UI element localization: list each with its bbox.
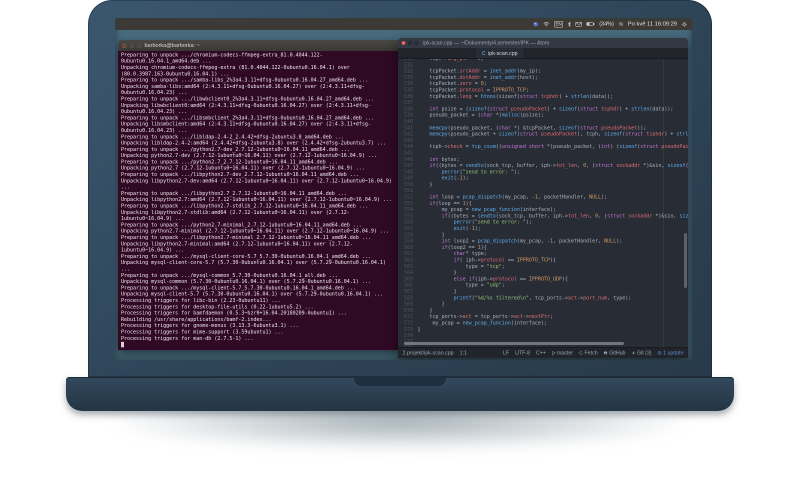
panel-clock[interactable]: Po kvě 11 16:09:29 <box>628 21 677 27</box>
status-bar: 2.projekt/ipk-scan.cpp 1:1 LF UTF-8 C++ … <box>398 347 688 358</box>
terminal-line: Unpacking libpython2.7-minimal:amd64 (2.… <box>121 241 353 254</box>
encoding-indicator[interactable]: UTF-8 <box>515 350 530 356</box>
fetch-icon <box>579 351 583 355</box>
terminal-cursor <box>121 342 124 348</box>
tab-label: ipk-scan.cpp <box>488 50 518 57</box>
terminal-title: barborka@barborka: ~ <box>144 42 200 49</box>
vertical-scrollbar[interactable] <box>684 233 687 288</box>
grammar-indicator[interactable]: C++ <box>536 350 546 356</box>
code-line: 542 memcpy(pseudo_packet + sizeof(struct… <box>403 131 688 138</box>
terminal-line: Unpacking mysql-client-core-5.7 (5.7.30-… <box>121 260 389 273</box>
session-gear-icon[interactable] <box>681 21 688 27</box>
network-wifi-icon[interactable] <box>543 22 550 27</box>
terminal-line: Unpacking libpython2.7-stdlib:amd64 (2.7… <box>121 209 350 222</box>
terminal-line: Unpacking chromium-codecs-ffmpeg-extra (… <box>121 65 353 77</box>
window-title: ipk-scan.cpp — ~/Dokumenty/4.semester/IP… <box>423 40 550 46</box>
file-path[interactable]: 2.projekt/ipk-scan.cpp <box>403 350 454 356</box>
tab-bar: C ipk-scan.cpp <box>398 48 688 59</box>
editor-window: ipk-scan.cpp — ~/Dokumenty/4.semester/IP… <box>398 38 688 358</box>
maximize-button[interactable] <box>414 41 419 45</box>
battery-percentage: (34%) <box>599 21 614 27</box>
bluetooth-icon[interactable] <box>568 21 572 27</box>
tab-ipk-scan[interactable]: C ipk-scan.cpp <box>476 48 524 58</box>
fetch-button[interactable]: Fetch <box>579 350 598 356</box>
code-editor[interactable]: 530 tcph->urg_ptr = 0;531532 tcpPacket.s… <box>398 59 688 347</box>
github-icon <box>603 351 608 355</box>
minimize-button[interactable] <box>129 43 134 48</box>
terminal-line: Unpacking libwbclient0:amd64 (2:4.3.11+d… <box>121 102 371 115</box>
terminal-line: Unpacking libpython2.7-dev:amd64 (2.7.12… <box>121 178 395 191</box>
keyboard-layout-indicator[interactable]: EN <box>553 20 564 28</box>
terminal-line: Unpacking samba-libs:amd64 (2:4.3.11+dfs… <box>121 84 365 96</box>
git-branch[interactable]: master <box>552 350 573 356</box>
close-button[interactable] <box>122 43 127 48</box>
horizontal-scrollbar[interactable] <box>404 342 624 345</box>
laptop-mockup-scene: EN (34%) Po kvě 11 16:09:29 barborka@bar… <box>0 0 800 477</box>
mail-envelope-icon[interactable] <box>575 21 583 27</box>
sync-arrows-icon[interactable] <box>618 22 623 27</box>
maximize-button[interactable] <box>137 43 142 48</box>
top-panel: EN (34%) Po kvě 11 16:09:29 <box>115 18 692 30</box>
line-ending-indicator[interactable]: LF <box>503 350 509 356</box>
git-diff-icon <box>631 351 636 355</box>
terminal-line: Unpacking libsmbclient:amd64 (2:4.3.11+d… <box>121 121 371 134</box>
desktop: EN (34%) Po kvě 11 16:09:29 barborka@bar… <box>115 18 692 360</box>
update-icon <box>657 351 662 355</box>
terminal-line: Preparing to unpack .../chromium-codecs-… <box>121 52 323 65</box>
github-button[interactable]: GitHub <box>603 350 625 356</box>
cpp-file-icon: C <box>482 50 486 57</box>
update-available-button[interactable]: 1 update <box>657 350 684 356</box>
app-indicator-icon[interactable] <box>533 21 539 27</box>
laptop-base-notch <box>354 378 446 386</box>
terminal-window: barborka@barborka: ~ Preparing to unpack… <box>118 40 400 350</box>
cursor-position[interactable]: 1:1 <box>460 350 467 356</box>
editor-titlebar[interactable]: ipk-scan.cpp — ~/Dokumenty/4.semester/IP… <box>398 38 688 48</box>
code-line: 544 tcph->check = tcp_csum((unsigned sho… <box>403 144 688 150</box>
laptop-base <box>66 377 734 411</box>
minimize-button[interactable] <box>408 41 412 45</box>
battery-icon[interactable] <box>586 22 595 26</box>
git-changes-button[interactable]: Git (3) <box>631 350 652 356</box>
close-button[interactable] <box>401 41 406 45</box>
terminal-output[interactable]: Preparing to unpack .../chromium-browser… <box>118 51 400 350</box>
branch-icon <box>552 351 556 355</box>
terminal-titlebar[interactable]: barborka@barborka: ~ <box>118 40 400 51</box>
laptop-lid: EN (34%) Po kvě 11 16:09:29 barborka@bar… <box>88 0 712 377</box>
